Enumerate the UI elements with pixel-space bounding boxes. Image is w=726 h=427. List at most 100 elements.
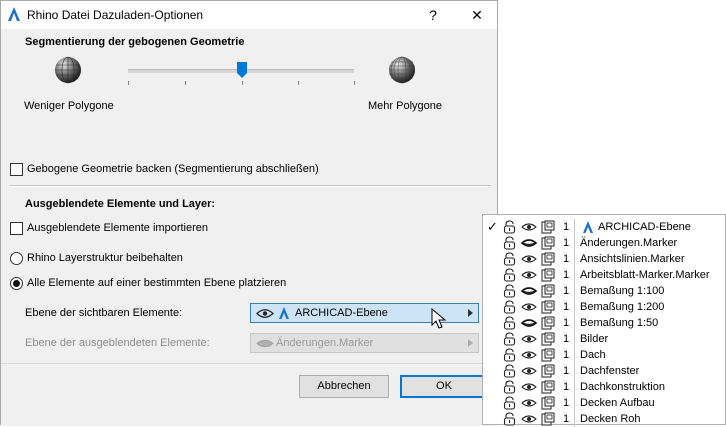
eye-icon[interactable] bbox=[521, 334, 537, 344]
hidden-layer-select: Änderungen.Marker bbox=[250, 333, 479, 353]
eye-icon[interactable] bbox=[521, 222, 537, 232]
layer-list-item[interactable]: 1 Bemaßung 1:100 bbox=[483, 283, 725, 299]
lock-icon[interactable] bbox=[503, 268, 516, 282]
layer-list-item[interactable]: 1 Dachfenster bbox=[483, 363, 725, 379]
slider-tick bbox=[298, 81, 299, 85]
lock-icon[interactable] bbox=[503, 236, 516, 250]
layer-page-icon[interactable] bbox=[541, 332, 555, 346]
help-button[interactable]: ? bbox=[421, 5, 445, 25]
import-hidden-label[interactable]: Ausgeblendete Elemente importieren bbox=[27, 222, 208, 234]
intersection-group-number: 1 bbox=[563, 397, 570, 409]
ok-button[interactable]: OK bbox=[400, 375, 488, 398]
lock-icon[interactable] bbox=[503, 364, 516, 378]
column-divider bbox=[574, 363, 575, 379]
layer-list-item[interactable]: 1 Decken Aufbau bbox=[483, 395, 725, 411]
layer-list-item[interactable]: 1 Dachkonstruktion bbox=[483, 379, 725, 395]
keep-layer-structure-label[interactable]: Rhino Layerstruktur beibehalten bbox=[27, 252, 183, 264]
eye-icon[interactable] bbox=[521, 350, 537, 360]
hidden-layer-label: Ebene der ausgeblendeten Elemente: bbox=[25, 337, 210, 349]
column-divider bbox=[574, 235, 575, 251]
layer-list-item[interactable]: 1 Bilder bbox=[483, 331, 725, 347]
layer-page-icon[interactable] bbox=[541, 364, 555, 378]
layer-name: Dachkonstruktion bbox=[580, 381, 665, 393]
import-hidden-checkbox[interactable] bbox=[10, 222, 23, 235]
bake-geometry-checkbox[interactable] bbox=[10, 163, 23, 176]
lock-icon[interactable] bbox=[503, 316, 516, 330]
layer-page-icon[interactable] bbox=[541, 220, 555, 234]
layer-name: Arbeitsblatt-Marker.Marker bbox=[580, 269, 710, 281]
layer-page-icon[interactable] bbox=[541, 316, 555, 330]
layer-page-icon[interactable] bbox=[541, 396, 555, 410]
visible-layer-label: Ebene der sichtbaren Elemente: bbox=[25, 307, 183, 319]
chevron-right-icon bbox=[468, 309, 473, 317]
column-divider bbox=[574, 379, 575, 395]
eye-icon[interactable] bbox=[521, 270, 537, 280]
column-divider bbox=[574, 283, 575, 299]
more-polygons-label: Mehr Polygone bbox=[368, 100, 442, 112]
slider-tick bbox=[128, 81, 129, 85]
eye-icon[interactable] bbox=[521, 398, 537, 408]
layer-name: Bemaßung 1:100 bbox=[580, 285, 665, 297]
eye-icon[interactable] bbox=[521, 382, 537, 392]
layer-list-item[interactable]: ✓ 1 ARCHICAD-Ebene bbox=[483, 219, 725, 235]
place-on-layer-label[interactable]: Alle Elemente auf einer bestimmten Ebene… bbox=[27, 277, 286, 289]
archicad-icon bbox=[8, 7, 20, 21]
bake-geometry-label[interactable]: Gebogene Geometrie backen (Segmentierung… bbox=[27, 163, 319, 175]
lock-icon[interactable] bbox=[503, 348, 516, 362]
layer-page-icon[interactable] bbox=[541, 412, 555, 426]
layer-list-item[interactable]: 1 Bemaßung 1:200 bbox=[483, 299, 725, 315]
eye-closed-icon[interactable] bbox=[521, 286, 537, 296]
lock-icon[interactable] bbox=[503, 300, 516, 314]
lock-icon[interactable] bbox=[503, 412, 516, 426]
layer-list-item[interactable]: 1 Arbeitsblatt-Marker.Marker bbox=[483, 267, 725, 283]
options-dialog: Rhino Datei Dazuladen-Optionen ? ✕ Segme… bbox=[0, 0, 498, 426]
segmentation-slider-thumb[interactable] bbox=[237, 62, 247, 78]
layer-page-icon[interactable] bbox=[541, 284, 555, 298]
eye-icon[interactable] bbox=[521, 254, 537, 264]
intersection-group-number: 1 bbox=[563, 253, 570, 265]
lock-icon[interactable] bbox=[503, 380, 516, 394]
column-divider bbox=[574, 315, 575, 331]
layer-dropdown-list[interactable]: ✓ 1 ARCHICAD-Ebene 1 Änderungen.Marker 1 Ansic… bbox=[482, 214, 726, 427]
lock-icon[interactable] bbox=[503, 220, 516, 234]
lock-icon[interactable] bbox=[503, 252, 516, 266]
cancel-button[interactable]: Abbrechen bbox=[299, 375, 389, 398]
layer-page-icon[interactable] bbox=[541, 348, 555, 362]
layer-list-item[interactable]: 1 Dach bbox=[483, 347, 725, 363]
slider-tick bbox=[242, 81, 243, 85]
layer-list-item[interactable]: 1 Bemaßung 1:50 bbox=[483, 315, 725, 331]
layer-page-icon[interactable] bbox=[541, 380, 555, 394]
column-divider bbox=[574, 267, 575, 283]
layer-page-icon[interactable] bbox=[541, 300, 555, 314]
eye-closed-icon[interactable] bbox=[521, 238, 537, 248]
layer-list-item[interactable]: 1 Änderungen.Marker bbox=[483, 235, 725, 251]
section-divider bbox=[9, 185, 491, 187]
lock-icon[interactable] bbox=[503, 284, 516, 298]
layer-name: Dach bbox=[580, 349, 606, 361]
column-divider bbox=[574, 251, 575, 267]
layer-name: ARCHICAD-Ebene bbox=[598, 221, 691, 233]
slider-tick bbox=[354, 81, 355, 85]
hidden-elements-heading: Ausgeblendete Elemente und Layer: bbox=[25, 198, 216, 210]
dialog-title: Rhino Datei Dazuladen-Optionen bbox=[27, 8, 204, 22]
hidden-layer-value: Änderungen.Marker bbox=[276, 337, 374, 349]
visible-layer-value: ARCHICAD-Ebene bbox=[295, 307, 388, 319]
eye-icon[interactable] bbox=[521, 366, 537, 376]
eye-closed-icon[interactable] bbox=[521, 318, 537, 328]
intersection-group-number: 1 bbox=[563, 317, 570, 329]
layer-list-item[interactable]: 1 Ansichtslinien.Marker bbox=[483, 251, 725, 267]
layer-page-icon[interactable] bbox=[541, 268, 555, 282]
intersection-group-number: 1 bbox=[563, 221, 570, 233]
layer-page-icon[interactable] bbox=[541, 252, 555, 266]
segmentation-heading: Segmentierung der gebogenen Geometrie bbox=[25, 36, 245, 48]
close-button[interactable]: ✕ bbox=[465, 5, 489, 25]
lock-icon[interactable] bbox=[503, 396, 516, 410]
layer-name: Decken Roh bbox=[580, 413, 641, 425]
keep-layer-structure-radio[interactable] bbox=[10, 252, 23, 265]
eye-icon[interactable] bbox=[521, 302, 537, 312]
layer-name: Bemaßung 1:200 bbox=[580, 301, 665, 313]
eye-icon[interactable] bbox=[521, 414, 537, 424]
layer-page-icon[interactable] bbox=[541, 236, 555, 250]
lock-icon[interactable] bbox=[503, 332, 516, 346]
place-on-layer-radio[interactable] bbox=[10, 277, 23, 290]
